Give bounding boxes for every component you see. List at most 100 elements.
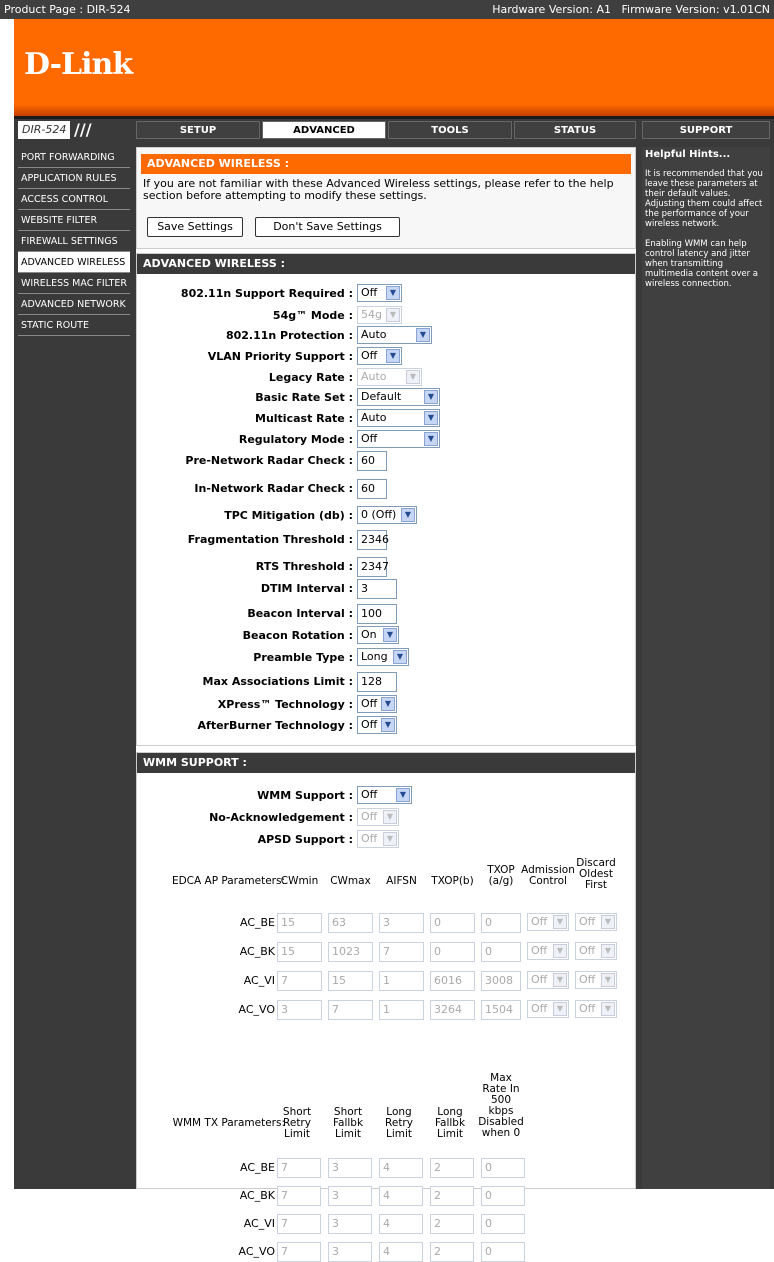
tx-value: 4 (383, 1245, 390, 1258)
edca-cell-1-6: Off ▼ (575, 942, 617, 960)
tab-setup[interactable]: SETUP (136, 121, 260, 139)
tab-tools[interactable]: TOOLS (388, 121, 512, 139)
edca-col-1: CWmax (330, 875, 371, 887)
adv-field-select-2[interactable]: Auto ▼ (357, 326, 432, 344)
edca-cell-2-0: 7 (277, 971, 322, 991)
tx-cell-2-4: 0 (481, 1214, 525, 1234)
adv-field-label-16: Preamble Type : (253, 651, 353, 664)
adv-field-select-7[interactable]: Off ▼ (357, 430, 440, 448)
edca-cell-1-4: 0 (481, 942, 521, 962)
adv-field-select-16[interactable]: Long ▼ (357, 648, 409, 666)
model-badge: DIR-524/// (18, 119, 130, 141)
edca-col-2: AIFSN (386, 875, 417, 887)
tab-status[interactable]: STATUS (514, 121, 636, 139)
chevron-down-icon: ▼ (386, 349, 400, 363)
adv-field-input-17[interactable]: 128 (357, 672, 397, 692)
sidebar-item-port-forwarding[interactable]: PORT FORWARDING (18, 147, 130, 168)
chevron-down-icon: ▼ (601, 944, 615, 958)
edca-value: 63 (332, 916, 346, 929)
adv-field-select-18[interactable]: Off ▼ (357, 695, 397, 713)
edca-cell-2-6: Off ▼ (575, 971, 617, 989)
tx-value: 7 (281, 1245, 288, 1258)
sidebar-item-firewall-settings[interactable]: FIREWALL SETTINGS (18, 231, 130, 252)
slash-decoration: /// (70, 119, 130, 141)
tx-value: 2 (434, 1189, 441, 1202)
adv-field-select-10[interactable]: 0 (Off) ▼ (357, 506, 417, 524)
tx-col-0: Short Retry Limit (282, 1106, 312, 1140)
chevron-down-icon: ▼ (553, 1002, 567, 1016)
chevron-down-icon: ▼ (601, 973, 615, 987)
edca-value: Off (531, 1002, 548, 1015)
adv-field-label-7: Regulatory Mode : (238, 433, 353, 446)
adv-field-value-6: Auto (361, 411, 387, 424)
save-settings-button[interactable]: Save Settings (147, 217, 243, 237)
edca-value: Off (579, 973, 596, 986)
edca-value: 15 (281, 916, 295, 929)
intro-section: ADVANCED WIRELESS : If you are not famil… (136, 147, 636, 249)
adv-field-value-10: 0 (Off) (361, 508, 397, 521)
tab-advanced[interactable]: ADVANCED (262, 121, 386, 139)
adv-field-input-14[interactable]: 100 (357, 604, 397, 624)
sidebar-item-static-route[interactable]: STATIC ROUTE (18, 315, 130, 336)
edca-value: Off (531, 944, 548, 957)
adv-field-label-6: Multicast Rate : (255, 412, 353, 425)
firmware-version: Firmware Version: v1.01CN (621, 3, 770, 16)
wmm-section: WMM SUPPORT : WMM Support : Off ▼ No-Acknow… (136, 752, 636, 1262)
chevron-down-icon: ▼ (383, 628, 397, 642)
wmm-field-label-1: No-Acknowledgement : (209, 811, 353, 824)
edca-value: Off (579, 915, 596, 928)
adv-field-label-0: 802.11n Support Required : (180, 287, 353, 300)
wmm-field-select-0[interactable]: Off ▼ (357, 786, 412, 804)
adv-field-value-15: On (361, 628, 377, 641)
edca-value: 1023 (332, 945, 360, 958)
sidebar-item-website-filter[interactable]: WEBSITE FILTER (18, 210, 130, 231)
adv-field-input-13[interactable]: 3 (357, 579, 397, 599)
edca-col-4: TXOP (a/g) (487, 864, 515, 887)
edca-value: 1 (383, 974, 390, 987)
adv-field-select-19[interactable]: Off ▼ (357, 716, 397, 734)
version-info: Hardware Version: A1 Firmware Version: v… (492, 0, 770, 19)
edca-value: 0 (485, 916, 492, 929)
edca-cell-3-4: 1504 (481, 1000, 521, 1020)
adv-field-select-5[interactable]: Default ▼ (357, 388, 440, 406)
adv-field-input-11[interactable]: 2346 (357, 530, 389, 550)
adv-field-input-8[interactable]: 60 (357, 451, 387, 471)
tab-support[interactable]: SUPPORT (642, 121, 770, 139)
tx-value: 3 (332, 1245, 339, 1258)
sidebar-item-advanced-wireless[interactable]: ADVANCED WIRELESS (18, 252, 130, 273)
chevron-down-icon: ▼ (396, 788, 410, 802)
sidebar-item-wireless-mac-filter[interactable]: WIRELESS MAC FILTER (18, 273, 130, 294)
tx-cell-3-1: 3 (328, 1242, 372, 1262)
tx-value: 3 (332, 1161, 339, 1174)
tx-params-label: WMM TX Parameters: (172, 1117, 285, 1129)
edca-value: 3264 (434, 1003, 462, 1016)
adv-field-label-11: Fragmentation Threshold : (187, 533, 353, 546)
tx-cell-0-0: 7 (277, 1158, 321, 1178)
adv-field-value-11: 2346 (361, 533, 389, 546)
chevron-down-icon: ▼ (383, 810, 397, 824)
tx-value: 0 (485, 1161, 492, 1174)
edca-value: 3 (281, 1003, 288, 1016)
chevron-down-icon: ▼ (553, 944, 567, 958)
adv-field-select-6[interactable]: Auto ▼ (357, 409, 440, 427)
edca-cell-2-5: Off ▼ (527, 971, 569, 989)
tx-cell-3-2: 4 (379, 1242, 423, 1262)
hardware-version: Hardware Version: A1 (492, 3, 612, 16)
adv-field-value-5: Default (361, 390, 402, 403)
sidebar-item-advanced-network[interactable]: ADVANCED NETWORK (18, 294, 130, 315)
edca-value: 0 (434, 916, 441, 929)
adv-field-select-15[interactable]: On ▼ (357, 626, 399, 644)
edca-cell-1-2: 7 (379, 942, 424, 962)
tx-cell-1-2: 4 (379, 1186, 423, 1206)
adv-field-label-3: VLAN Priority Support : (207, 350, 353, 363)
sidebar-item-application-rules[interactable]: APPLICATION RULES (18, 168, 130, 189)
adv-field-input-9[interactable]: 60 (357, 479, 387, 499)
tx-cell-0-2: 4 (379, 1158, 423, 1178)
edca-cell-1-3: 0 (430, 942, 475, 962)
adv-field-value-9: 60 (361, 482, 375, 495)
adv-field-select-0[interactable]: Off ▼ (357, 284, 402, 302)
dont-save-settings-button[interactable]: Don't Save Settings (255, 217, 400, 237)
sidebar-item-access-control[interactable]: ACCESS CONTROL (18, 189, 130, 210)
adv-field-select-3[interactable]: Off ▼ (357, 347, 402, 365)
adv-field-input-12[interactable]: 2347 (357, 557, 389, 577)
